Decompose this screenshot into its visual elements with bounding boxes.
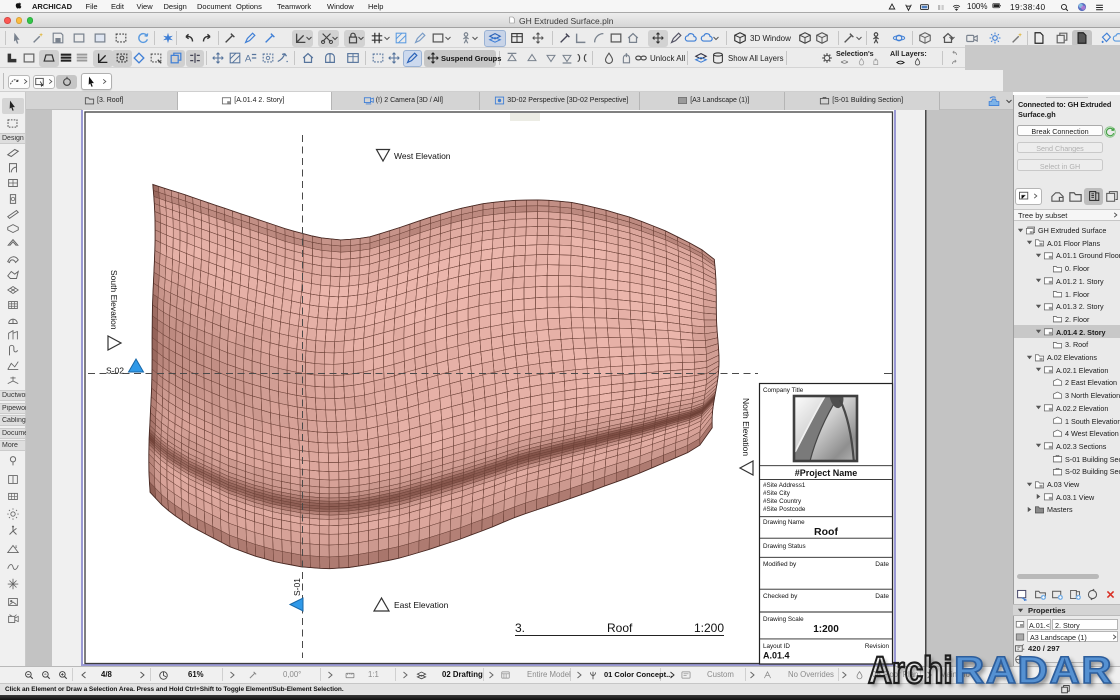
svg-text:A: A bbox=[245, 54, 252, 65]
svg-text:1:200: 1:200 bbox=[813, 624, 839, 635]
svg-text:Roof: Roof bbox=[814, 526, 838, 538]
svg-text:A.01.4: A.01.4 bbox=[763, 651, 790, 661]
svg-text:Revision: Revision bbox=[865, 643, 890, 650]
svg-text:α: α bbox=[15, 544, 18, 549]
svg-text:East Elevation: East Elevation bbox=[394, 600, 449, 610]
svg-text:1:200: 1:200 bbox=[694, 621, 724, 635]
svg-text:#Project Name: #Project Name bbox=[795, 468, 858, 478]
svg-text:#Site Address1: #Site Address1 bbox=[763, 482, 806, 489]
svg-text:Checked by: Checked by bbox=[763, 593, 798, 600]
svg-text:S-02: S-02 bbox=[106, 366, 124, 376]
svg-text:#Site City: #Site City bbox=[763, 490, 791, 497]
svg-text:Drawing Status: Drawing Status bbox=[763, 543, 806, 550]
svg-text:Drawing Scale: Drawing Scale bbox=[763, 616, 804, 623]
svg-text:Drawing Name: Drawing Name bbox=[763, 519, 805, 526]
svg-text:S-01: S-01 bbox=[292, 578, 302, 596]
svg-text:West Elevation: West Elevation bbox=[394, 151, 451, 161]
svg-text:Modified by: Modified by bbox=[763, 561, 797, 568]
svg-text:Date: Date bbox=[875, 593, 889, 600]
svg-text:South Elevation: South Elevation bbox=[109, 270, 119, 330]
svg-text:Date: Date bbox=[875, 561, 889, 568]
svg-text:#Site Postcode: #Site Postcode bbox=[763, 506, 806, 513]
svg-text:Layout ID: Layout ID bbox=[763, 643, 790, 650]
svg-text:3.: 3. bbox=[515, 621, 525, 635]
svg-text:Company Title: Company Title bbox=[763, 387, 804, 394]
svg-text:Roof: Roof bbox=[607, 621, 633, 635]
svg-text:North Elevation: North Elevation bbox=[741, 398, 751, 456]
svg-text:#Site Country: #Site Country bbox=[763, 498, 802, 505]
